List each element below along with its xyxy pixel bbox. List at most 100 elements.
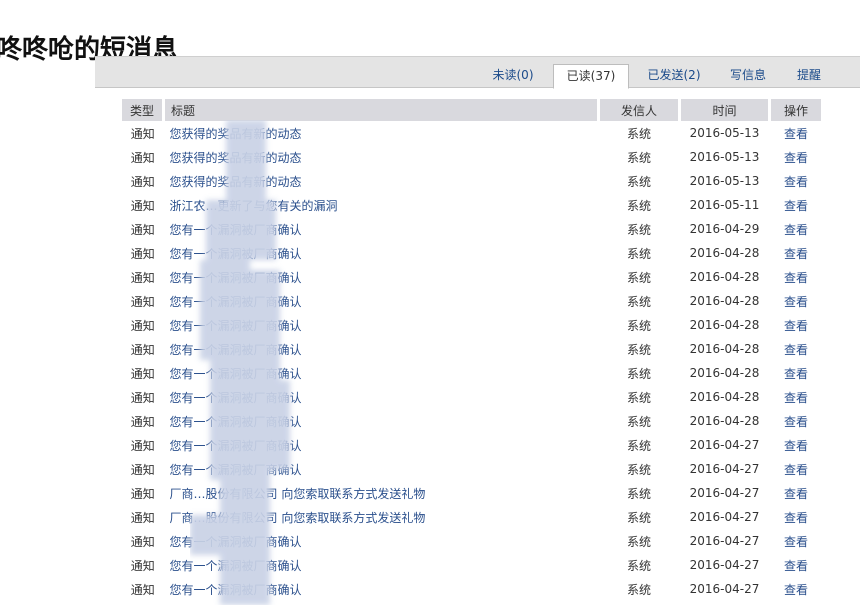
message-title-link[interactable]: 浙江农…更新了与您有关的漏洞 — [170, 199, 338, 213]
message-title-link[interactable]: 您有一个漏洞被厂商确认 — [170, 223, 302, 237]
row-type: 通知 — [130, 534, 155, 549]
view-link[interactable]: 查看 — [784, 535, 808, 549]
row-type: 通知 — [130, 510, 155, 525]
row-sender: 系统 — [626, 414, 651, 429]
view-link[interactable]: 查看 — [784, 127, 808, 141]
message-title-link[interactable]: 您有一个漏洞被厂商确认 — [170, 247, 302, 261]
row-action-cell: 查看 — [770, 193, 823, 217]
row-action-cell: 查看 — [770, 577, 823, 601]
row-title-cell: 您有一个漏洞被厂商确认 — [164, 457, 599, 481]
view-link[interactable]: 查看 — [784, 271, 808, 285]
view-link[interactable]: 查看 — [784, 223, 808, 237]
view-link[interactable]: 查看 — [784, 199, 808, 213]
row-type: 通知 — [130, 582, 155, 597]
message-title-link[interactable]: 您获得的奖品有新的动态 — [170, 151, 302, 165]
row-title-cell: 您有一个漏洞被厂商确认 — [164, 241, 599, 265]
row-title-cell: 您有一个漏洞被厂商确认 — [164, 265, 599, 289]
row-title-cell: 您有一个漏洞被厂商确认 — [164, 529, 599, 553]
row-date: 2016-04-27 — [689, 462, 760, 476]
table-row: 通知 您有一个漏洞被厂商确认 系统 2016-04-29 查看 — [122, 217, 823, 241]
row-action-cell: 查看 — [770, 385, 823, 409]
view-link[interactable]: 查看 — [784, 439, 808, 453]
header-title: 标题 — [163, 99, 600, 121]
view-link[interactable]: 查看 — [784, 175, 808, 189]
message-title-link[interactable]: 您获得的奖品有新的动态 — [170, 175, 302, 189]
message-title-link[interactable]: 您有一个漏洞被厂商确认 — [170, 583, 302, 597]
message-title-link[interactable]: 您有一个漏洞被厂商确认 — [170, 367, 302, 381]
table-row: 通知 您有一个漏洞被厂商确认 系统 2016-04-27 查看 — [122, 457, 823, 481]
row-action-cell: 查看 — [770, 169, 823, 193]
row-sender: 系统 — [626, 558, 651, 573]
view-link[interactable]: 查看 — [784, 559, 808, 573]
message-title-link[interactable]: 厂商…股份有限公司 向您索取联系方式发送礼物 — [170, 511, 426, 525]
message-title-link[interactable]: 您有一个漏洞被厂商确认 — [170, 535, 302, 549]
view-link[interactable]: 查看 — [784, 463, 808, 477]
row-title-cell: 您获得的奖品有新的动态 — [164, 169, 599, 193]
message-title-link[interactable]: 您获得的奖品有新的动态 — [170, 127, 302, 141]
view-link[interactable]: 查看 — [784, 151, 808, 165]
row-type: 通知 — [130, 294, 155, 309]
message-title-link[interactable]: 厂商…股份有限公司 向您索取联系方式发送礼物 — [170, 487, 426, 501]
view-link[interactable]: 查看 — [784, 247, 808, 261]
row-title-cell: 您有一个漏洞被厂商确认 — [164, 553, 599, 577]
tab-read[interactable]: 已读(37) — [553, 64, 629, 89]
view-link[interactable]: 查看 — [784, 415, 808, 429]
message-title-link[interactable]: 您有一个漏洞被厂商确认 — [170, 271, 302, 285]
table-row: 通知 您有一个漏洞被厂商确认 系统 2016-04-28 查看 — [122, 241, 823, 265]
row-type: 通知 — [130, 438, 155, 453]
row-action-cell: 查看 — [770, 505, 823, 529]
table-row: 通知 您获得的奖品有新的动态 系统 2016-05-13 查看 — [122, 145, 823, 169]
message-title-link[interactable]: 您有一个漏洞被厂商确认 — [170, 439, 302, 453]
row-title-cell: 您有一个漏洞被厂商确认 — [164, 313, 599, 337]
tab-reminders[interactable]: 提醒 — [789, 62, 829, 89]
view-link[interactable]: 查看 — [784, 367, 808, 381]
header-action: 操作 — [769, 99, 824, 121]
row-title-cell: 您有一个漏洞被厂商确认 — [164, 409, 599, 433]
row-sender: 系统 — [626, 318, 651, 333]
table-row: 通知 您有一个漏洞被厂商确认 系统 2016-04-28 查看 — [122, 385, 823, 409]
view-link[interactable]: 查看 — [784, 319, 808, 333]
message-title-link[interactable]: 您有一个漏洞被厂商确认 — [170, 391, 302, 405]
tab-sent[interactable]: 已发送(2) — [641, 62, 707, 89]
row-type: 通知 — [130, 126, 155, 141]
view-link[interactable]: 查看 — [784, 391, 808, 405]
message-title-link[interactable]: 您有一个漏洞被厂商确认 — [170, 319, 302, 333]
row-type: 通知 — [130, 342, 155, 357]
table-row: 通知 您有一个漏洞被厂商确认 系统 2016-04-27 查看 — [122, 577, 823, 601]
row-title-cell: 您获得的奖品有新的动态 — [164, 121, 599, 145]
view-link[interactable]: 查看 — [784, 583, 808, 597]
row-title-cell: 您有一个漏洞被厂商确认 — [164, 217, 599, 241]
row-type: 通知 — [130, 462, 155, 477]
row-date: 2016-04-28 — [689, 414, 760, 428]
row-action-cell: 查看 — [770, 553, 823, 577]
row-title-cell: 您有一个漏洞被厂商确认 — [164, 385, 599, 409]
view-link[interactable]: 查看 — [784, 511, 808, 525]
row-sender: 系统 — [626, 270, 651, 285]
table-row: 通知 您有一个漏洞被厂商确认 系统 2016-04-28 查看 — [122, 313, 823, 337]
row-date: 2016-04-27 — [689, 582, 760, 596]
row-date: 2016-05-11 — [689, 198, 760, 212]
row-date: 2016-04-27 — [689, 534, 760, 548]
table-row: 通知 您有一个漏洞被厂商确认 系统 2016-04-28 查看 — [122, 361, 823, 385]
message-title-link[interactable]: 您有一个漏洞被厂商确认 — [170, 343, 302, 357]
view-link[interactable]: 查看 — [784, 295, 808, 309]
table-row: 通知 厂商…股份有限公司 向您索取联系方式发送礼物 系统 2016-04-27 查看 — [122, 481, 823, 505]
view-link[interactable]: 查看 — [784, 487, 808, 501]
row-title-cell: 厂商…股份有限公司 向您索取联系方式发送礼物 — [164, 481, 599, 505]
message-title-link[interactable]: 您有一个漏洞被厂商确认 — [170, 559, 302, 573]
header-type: 类型 — [122, 99, 165, 121]
message-title-link[interactable]: 您有一个漏洞被厂商确认 — [170, 295, 302, 309]
row-sender: 系统 — [626, 126, 651, 141]
row-action-cell: 查看 — [770, 481, 823, 505]
row-sender: 系统 — [626, 342, 651, 357]
row-sender: 系统 — [626, 198, 651, 213]
message-title-link[interactable]: 您有一个漏洞被厂商确认 — [170, 415, 302, 429]
tab-compose[interactable]: 写信息 — [723, 62, 773, 89]
message-table: 类型 标题 发信人 时间 操作 通知 您获得的奖品有新的动态 系统 2016-05-1… — [122, 99, 824, 601]
row-title-cell: 您获得的奖品有新的动态 — [164, 145, 599, 169]
view-link[interactable]: 查看 — [784, 343, 808, 357]
table-row: 通知 您有一个漏洞被厂商确认 系统 2016-04-28 查看 — [122, 409, 823, 433]
row-action-cell: 查看 — [770, 289, 823, 313]
tab-unread[interactable]: 未读(0) — [485, 62, 541, 89]
message-title-link[interactable]: 您有一个漏洞被厂商确认 — [170, 463, 302, 477]
